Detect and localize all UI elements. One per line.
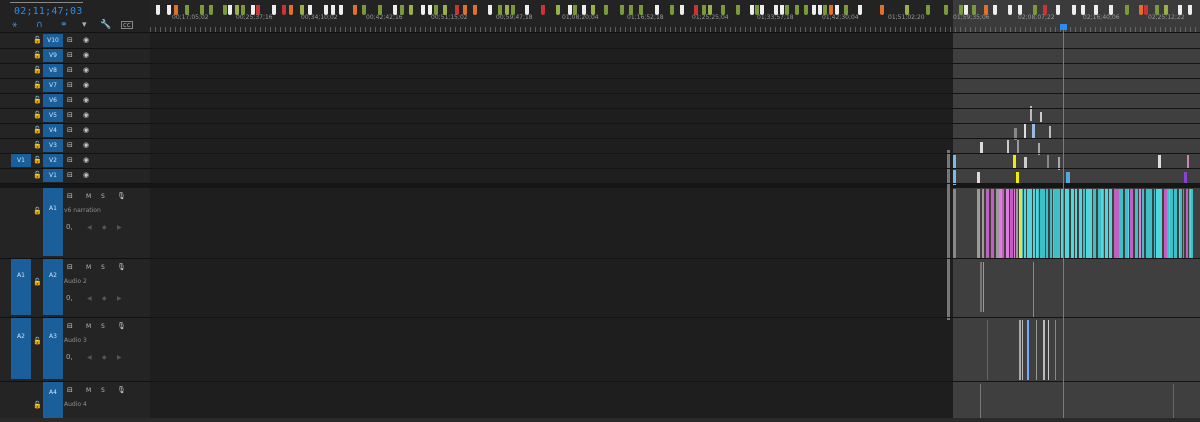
audio-clip[interactable]: [1014, 189, 1015, 258]
audio-clip[interactable]: [991, 189, 994, 258]
audio-clip[interactable]: [1038, 189, 1039, 258]
audio-clip[interactable]: [1121, 189, 1123, 258]
audio-clip[interactable]: [1036, 320, 1037, 380]
audio-clip[interactable]: [1180, 189, 1182, 258]
audio-clip[interactable]: [983, 262, 984, 312]
lane-separator: [150, 108, 1200, 109]
lane-separator: [150, 48, 1200, 49]
video-clip[interactable]: [1013, 155, 1016, 169]
playhead-line[interactable]: [1063, 24, 1064, 422]
lane-separator: [150, 183, 1200, 184]
audio-clip[interactable]: [1174, 189, 1177, 258]
audio-clip[interactable]: [1010, 189, 1013, 258]
lane-separator: [150, 168, 1200, 169]
audio-clip[interactable]: [1067, 189, 1069, 258]
audio-clip[interactable]: [953, 189, 956, 258]
audio-clip[interactable]: [1017, 189, 1018, 258]
video-clip[interactable]: [1017, 140, 1019, 154]
lane-separator: [150, 258, 1200, 259]
lane-separator: [150, 78, 1200, 79]
audio-clip[interactable]: [1103, 189, 1104, 258]
lane-separator: [150, 153, 1200, 154]
audio-clip[interactable]: [1093, 189, 1096, 258]
lane-separator: [150, 63, 1200, 64]
lane-separator: [150, 317, 1200, 318]
lane-separator: [150, 138, 1200, 139]
audio-clip[interactable]: [1071, 189, 1074, 258]
audio-clip[interactable]: [1128, 189, 1129, 258]
audio-clip[interactable]: [1142, 189, 1144, 258]
audio-clip[interactable]: [1159, 189, 1162, 258]
audio-clip[interactable]: [1083, 189, 1085, 258]
audio-clip[interactable]: [986, 189, 989, 258]
video-clip[interactable]: [953, 155, 956, 168]
audio-clip[interactable]: [1043, 320, 1045, 380]
audio-clip[interactable]: [1033, 189, 1035, 258]
audio-clip[interactable]: [982, 189, 984, 258]
audio-clip[interactable]: [1046, 189, 1048, 258]
video-clip[interactable]: [1158, 155, 1161, 168]
audio-clip[interactable]: [1048, 320, 1049, 380]
video-clip[interactable]: [1047, 155, 1049, 168]
lane-separator: [150, 93, 1200, 94]
audio-clip[interactable]: [1057, 189, 1060, 258]
lane-separator: [150, 123, 1200, 124]
audio-clip[interactable]: [1154, 189, 1155, 258]
audio-clip[interactable]: [1055, 320, 1056, 380]
audio-clip[interactable]: [1173, 384, 1174, 419]
video-clip[interactable]: [1024, 124, 1026, 138]
audio-clip[interactable]: [980, 384, 981, 419]
audio-clip[interactable]: [1022, 320, 1023, 380]
audio-clip[interactable]: [1043, 189, 1045, 258]
audio-clip[interactable]: [1130, 189, 1133, 258]
audio-clip[interactable]: [1186, 189, 1188, 258]
clips-layer: [0, 0, 1200, 422]
audio-clip[interactable]: [1105, 189, 1108, 258]
audio-clip[interactable]: [1089, 189, 1092, 258]
audio-clip[interactable]: [1050, 189, 1052, 258]
source-gutter-line: [947, 150, 950, 320]
audio-clip[interactable]: [1139, 189, 1141, 258]
audio-clip[interactable]: [1024, 189, 1026, 258]
audio-clip[interactable]: [1135, 189, 1138, 258]
audio-clip[interactable]: [1081, 189, 1082, 258]
lane-separator: [150, 381, 1200, 382]
audio-clip[interactable]: [1002, 189, 1004, 258]
audio-clip[interactable]: [1149, 189, 1152, 258]
playhead-handle[interactable]: [1060, 24, 1067, 30]
audio-clip[interactable]: [1006, 189, 1009, 258]
audio-clip[interactable]: [1075, 189, 1077, 258]
audio-clip[interactable]: [1022, 189, 1023, 258]
video-clip[interactable]: [1007, 140, 1009, 154]
audio-clip[interactable]: [1109, 189, 1112, 258]
video-clip[interactable]: [1187, 155, 1189, 168]
audio-clip[interactable]: [1183, 189, 1184, 258]
video-clip[interactable]: [1032, 124, 1035, 138]
audio-clip[interactable]: [1191, 189, 1193, 258]
audio-clip[interactable]: [1019, 320, 1021, 380]
audio-clip[interactable]: [987, 320, 988, 380]
video-clip[interactable]: [1024, 157, 1027, 168]
horizontal-scrollbar[interactable]: [0, 418, 1200, 422]
audio-clip[interactable]: [1027, 320, 1029, 380]
audio-clip[interactable]: [977, 189, 980, 258]
audio-clip[interactable]: [1033, 262, 1034, 317]
audio-clip[interactable]: [1029, 189, 1032, 258]
audio-clip[interactable]: [1170, 189, 1173, 258]
video-clip[interactable]: [1040, 112, 1042, 122]
audio-clip[interactable]: [980, 262, 982, 312]
